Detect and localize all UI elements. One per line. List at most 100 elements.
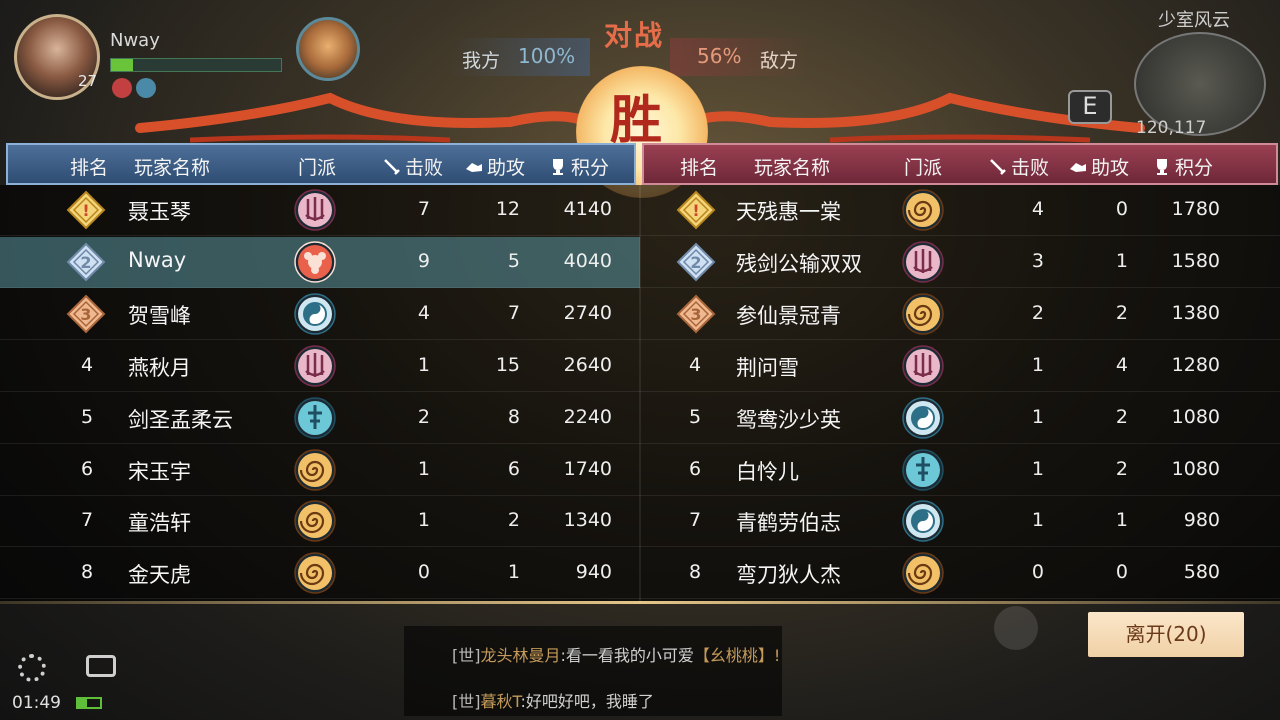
svg-text:2: 2	[690, 253, 701, 272]
assists-value: 1	[1115, 509, 1128, 532]
assists-value: 7	[507, 301, 520, 324]
rank-2-badge-icon: 2	[66, 242, 106, 282]
assists-value: 0	[1115, 198, 1128, 220]
rank-number: 4	[688, 353, 702, 376]
enemy-player-row[interactable]: ! 天残惠一棠 4 0 1780	[640, 185, 1280, 236]
player-name: 参仙景冠青	[736, 303, 841, 328]
rank-number: 6	[688, 457, 702, 480]
rank-3-badge-icon: 3	[66, 294, 106, 334]
enemy-header: 排名 玩家名称 门派 击败 助攻 积分	[642, 143, 1278, 185]
player-name: Nway	[128, 247, 187, 272]
score-value: 2240	[563, 405, 612, 428]
player-name: 童浩轩	[128, 511, 191, 536]
score-value: 1340	[563, 509, 612, 532]
player-name: 聂玉琴	[128, 200, 191, 224]
assists-value: 0	[1115, 561, 1128, 584]
ally-player-row[interactable]: ! 聂玉琴 7 12 4140	[0, 185, 640, 236]
score-value: 940	[575, 561, 612, 584]
meditate-icon[interactable]	[994, 606, 1038, 650]
assists-value: 8	[507, 405, 520, 428]
zone-name: 少室风云	[1158, 10, 1230, 31]
swirl-gold-sect-icon	[294, 448, 336, 491]
ally-player-row[interactable]: 3 贺雪峰 4 7 2740	[0, 289, 640, 340]
assists-value: 2	[1115, 301, 1128, 324]
ally-player-row[interactable]: 2 Nway 9 5 4040	[0, 236, 640, 288]
rank-1-badge-icon: !	[676, 190, 716, 230]
swirl-gold-sect-icon	[902, 552, 944, 595]
our-side-percent: 100%	[518, 44, 576, 68]
rank-number: 8	[688, 561, 702, 584]
chat-box[interactable]: [世]龙头林曼月:看一看我的小可爱【幺桃桃】! [世]暮秋T:好吧好吧，我睡了	[404, 626, 782, 716]
swirl-gold-sect-icon	[902, 189, 944, 231]
exit-icon[interactable]: E	[1068, 90, 1112, 124]
enemy-player-row[interactable]: 5 鸳鸯沙少英 1 2 1080	[640, 393, 1280, 444]
ally-player-row[interactable]: 6 宋玉宇 1 6 1740	[0, 445, 640, 496]
player-name: 贺雪峰	[128, 303, 191, 328]
score-value: 1580	[1171, 249, 1220, 272]
enemy-player-row[interactable]: 8 弯刀狄人杰 0 0 580	[640, 548, 1280, 600]
our-side-label: 我方	[462, 50, 501, 72]
taiji-blue-sect-icon	[902, 396, 944, 439]
player-hp-bar	[110, 58, 282, 72]
camera-icon[interactable]	[86, 655, 116, 677]
player-name: Nway	[110, 30, 160, 51]
score-header: 积分	[571, 157, 610, 179]
kills-header: 击败	[405, 157, 444, 179]
settings-icon[interactable]	[18, 654, 46, 682]
svg-text:3: 3	[690, 305, 701, 324]
enemy-player-row[interactable]: 4 荆问雪 1 4 1280	[640, 341, 1280, 392]
kills-value: 1	[1031, 509, 1044, 532]
player-level: 27	[78, 72, 98, 90]
versus-title: 对战	[604, 19, 665, 52]
ally-player-row[interactable]: 4 燕秋月 1 15 2640	[0, 341, 640, 392]
swirl-gold-sect-icon	[294, 500, 336, 543]
svg-text:2: 2	[80, 253, 91, 272]
enemy-player-row[interactable]: 6 白怜儿 1 2 1080	[640, 445, 1280, 496]
handshake-icon	[466, 163, 482, 172]
ally-player-row[interactable]: 5 剑圣孟柔云 2 8 2240	[0, 393, 640, 444]
kills-value: 1	[417, 457, 430, 480]
kills-value: 9	[417, 249, 430, 272]
ally-player-row[interactable]: 7 童浩轩 1 2 1340	[0, 496, 640, 548]
score-value: 1380	[1171, 301, 1220, 324]
assists-value: 12	[495, 198, 520, 220]
enemy-player-row[interactable]: 2 残剑公输双双 3 1 1580	[640, 237, 1280, 288]
rank-header: 排名	[70, 157, 109, 179]
leave-button[interactable]: 离开(20)	[1088, 612, 1244, 657]
flower-red-sect-icon	[294, 241, 336, 283]
battery-icon	[76, 697, 102, 709]
score-value: 2640	[563, 353, 612, 376]
companion-avatar[interactable]	[296, 17, 360, 81]
player-name: 金天虎	[128, 563, 191, 588]
enemy-player-row[interactable]: 7 青鹤劳伯志 1 1 980	[640, 496, 1280, 548]
assists-value: 2	[507, 509, 520, 532]
player-header: 玩家名称	[134, 157, 211, 179]
svg-text:!: !	[692, 201, 699, 220]
buff-icon	[112, 78, 132, 98]
ally-player-row[interactable]: 8 金天虎 0 1 940	[0, 548, 640, 600]
kills-value: 1	[1031, 405, 1044, 428]
coordinates: 120,117	[1136, 118, 1207, 138]
rank-number: 5	[80, 405, 94, 428]
trident-pink-sect-icon	[902, 241, 944, 283]
score-value: 980	[1183, 509, 1220, 532]
clock: 01:49	[12, 693, 61, 713]
kills-value: 2	[1031, 301, 1044, 324]
rank-3-badge-icon: 3	[676, 294, 716, 334]
kills-value: 3	[1031, 249, 1044, 272]
enemy-player-row[interactable]: 3 参仙景冠青 2 2 1380	[640, 289, 1280, 340]
assists-value: 2	[1115, 405, 1128, 428]
player-name: 荆问雪	[736, 355, 799, 380]
rank-2-badge-icon: 2	[676, 242, 716, 282]
score-value: 1780	[1171, 198, 1220, 220]
kills-value: 4	[1031, 198, 1044, 220]
assists-header: 助攻	[1091, 157, 1130, 179]
rank-header: 排名	[680, 157, 719, 179]
score-value: 1280	[1171, 353, 1220, 376]
enemy-scoreboard: 排名 玩家名称 门派 击败 助攻 积分 ! 天残惠一棠 4 0 1780 2 残剑公输双双 3…	[640, 143, 1280, 601]
trident-pink-sect-icon	[294, 344, 336, 387]
player-name: 宋玉宇	[128, 459, 191, 484]
kills-value: 0	[417, 561, 430, 584]
assists-value: 1	[1115, 249, 1128, 272]
scoreboard-divider	[639, 143, 641, 601]
